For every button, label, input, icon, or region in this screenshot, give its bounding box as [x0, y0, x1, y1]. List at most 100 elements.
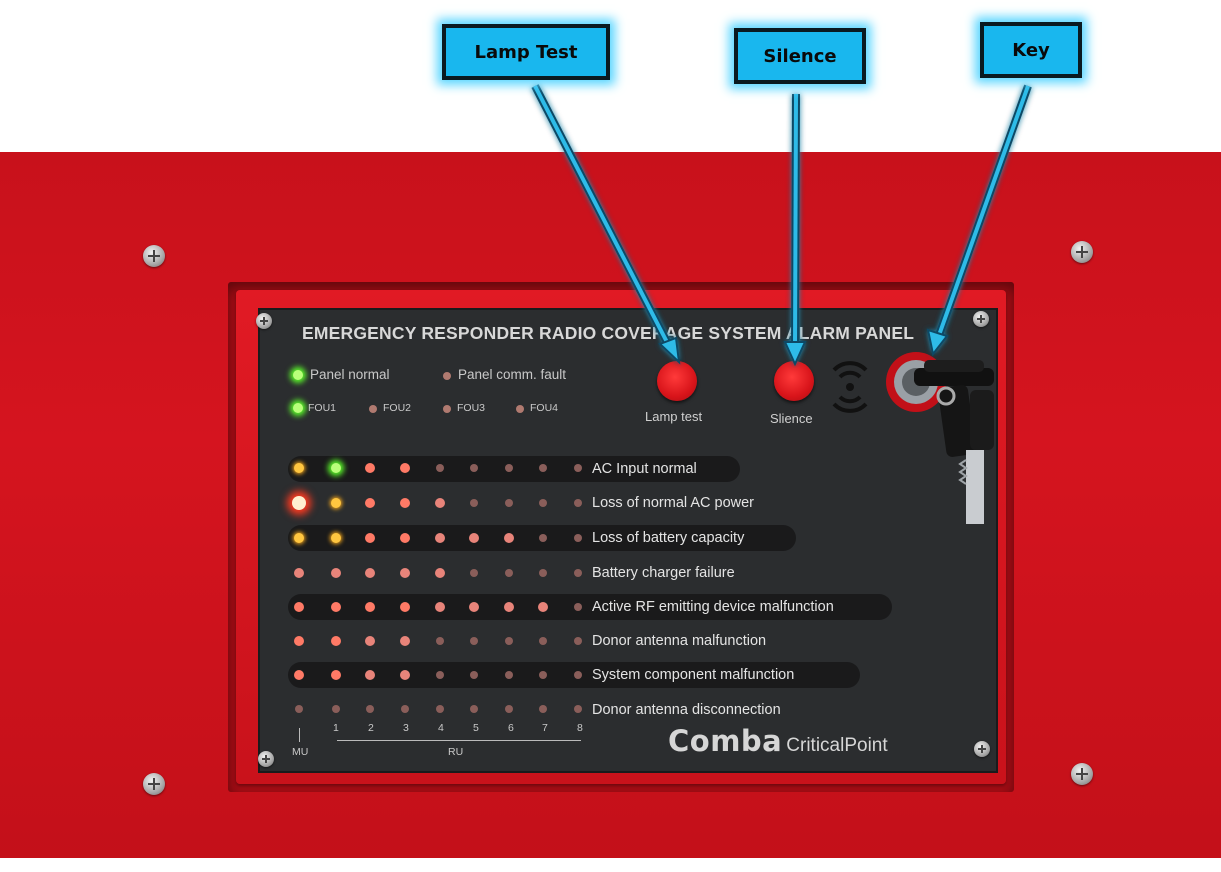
indicator-led-r4-c2 — [365, 568, 375, 578]
indicator-led-r3-c6 — [504, 533, 514, 543]
enclosure-screw-bottom-right — [1071, 763, 1093, 785]
faceplate-screw-top-right — [973, 311, 989, 327]
fou3-label: FOU3 — [457, 402, 486, 414]
indicator-led-r7-c2 — [365, 670, 375, 680]
panel-comm-fault-label: Panel comm. fault — [458, 367, 567, 382]
indicator-led-r4-c1 — [331, 568, 341, 578]
column-4-label: 4 — [438, 722, 444, 734]
key-switch-icon[interactable] — [884, 350, 999, 530]
indicator-led-r6-c5 — [470, 637, 478, 645]
indicator-led-r8-c4 — [436, 705, 444, 713]
indicator-led-r8-c2 — [366, 705, 374, 713]
row-label-loss-battery: Loss of battery capacity — [592, 530, 745, 546]
panel-normal-led — [293, 370, 303, 380]
indicator-led-r5-c6 — [504, 602, 514, 612]
indicator-led-r3-c7 — [539, 534, 547, 542]
indicator-led-r2-c4 — [435, 498, 445, 508]
indicator-led-r1-c7 — [539, 464, 547, 472]
indicator-led-r5-c2 — [365, 602, 375, 612]
fou2-led — [369, 405, 377, 413]
indicator-led-r8-c1 — [332, 705, 340, 713]
column-7-label: 7 — [542, 722, 548, 734]
silence-callout[interactable]: Silence — [734, 28, 866, 84]
ru-bracket — [337, 740, 581, 741]
indicator-led-r3-c8 — [574, 534, 582, 542]
indicator-led-r5-c1 — [331, 602, 341, 612]
indicator-led-r3-c4 — [435, 533, 445, 543]
indicator-led-r1-c5 — [470, 464, 478, 472]
lamp-test-button[interactable] — [657, 361, 697, 401]
panel-title: EMERGENCY RESPONDER RADIO COVERAGE SYSTE… — [302, 323, 915, 343]
indicator-led-r4-c7 — [539, 569, 547, 577]
silence-button[interactable] — [774, 361, 814, 401]
indicator-led-r5-c7 — [538, 602, 548, 612]
indicator-led-r3-c3 — [400, 533, 410, 543]
mu-label: MU — [292, 746, 309, 758]
indicator-led-r8-c3 — [401, 705, 409, 713]
mu-tick — [299, 728, 300, 742]
enclosure-screw-top-right — [1071, 241, 1093, 263]
indicator-led-r8-c0 — [295, 705, 303, 713]
column-2-label: 2 — [368, 722, 374, 734]
indicator-led-r5-c0 — [294, 602, 304, 612]
lamp-test-callout[interactable]: Lamp Test — [442, 24, 610, 80]
fou2-label: FOU2 — [383, 402, 412, 414]
indicator-led-r2-c5 — [470, 499, 478, 507]
indicator-led-r7-c8 — [574, 671, 582, 679]
column-6-label: 6 — [508, 722, 514, 734]
indicator-led-r1-c3 — [400, 463, 410, 473]
indicator-led-r4-c6 — [505, 569, 513, 577]
background-strip — [0, 858, 1221, 872]
indicator-led-r4-c8 — [574, 569, 582, 577]
indicator-led-r1-c1 — [331, 463, 341, 473]
faceplate-screw-bottom-left — [258, 751, 274, 767]
row-label-ac-input-normal: AC Input normal — [592, 461, 697, 477]
indicator-led-r1-c8 — [574, 464, 582, 472]
comba-logo: Comba CriticalPoint — [668, 724, 888, 758]
indicator-led-r8-c6 — [505, 705, 513, 713]
indicator-led-r6-c4 — [436, 637, 444, 645]
panel-normal-label: Panel normal — [310, 367, 390, 382]
indicator-led-r3-c1 — [331, 533, 341, 543]
indicator-led-r2-c6 — [505, 499, 513, 507]
row-label-loss-ac-power: Loss of normal AC power — [592, 495, 754, 511]
faceplate-screw-top-left — [256, 313, 272, 329]
indicator-led-r2-c0 — [292, 496, 306, 510]
indicator-led-r1-c2 — [365, 463, 375, 473]
column-3-label: 3 — [403, 722, 409, 734]
key-callout[interactable]: Key — [980, 22, 1082, 78]
indicator-led-r6-c8 — [574, 637, 582, 645]
indicator-led-r6-c2 — [365, 636, 375, 646]
row-label-donor-disconnection: Donor antenna disconnection — [592, 702, 781, 718]
indicator-led-r5-c4 — [435, 602, 445, 612]
indicator-led-r2-c8 — [574, 499, 582, 507]
indicator-led-r6-c3 — [400, 636, 410, 646]
indicator-led-r6-c7 — [539, 637, 547, 645]
indicator-led-r7-c7 — [539, 671, 547, 679]
indicator-led-r8-c5 — [470, 705, 478, 713]
indicator-led-r8-c7 — [539, 705, 547, 713]
enclosure-screw-top-left — [143, 245, 165, 267]
fou1-label: FOU1 — [308, 402, 337, 414]
row-label-system-component: System component malfunction — [592, 667, 795, 683]
indicator-led-r3-c0 — [294, 533, 304, 543]
silence-caption: Slience — [770, 411, 813, 426]
indicator-led-r7-c4 — [436, 671, 444, 679]
indicator-led-r2-c1 — [331, 498, 341, 508]
logo-criticalpoint: CriticalPoint — [786, 735, 888, 756]
panel-comm-fault-led — [443, 372, 451, 380]
ru-label: RU — [448, 746, 464, 758]
indicator-led-r7-c6 — [505, 671, 513, 679]
indicator-led-r4-c0 — [294, 568, 304, 578]
indicator-led-r4-c5 — [470, 569, 478, 577]
indicator-led-r5-c8 — [574, 603, 582, 611]
buzzer-icon — [832, 361, 868, 413]
indicator-led-r4-c3 — [400, 568, 410, 578]
indicator-led-r6-c1 — [331, 636, 341, 646]
logo-comba: Comba — [668, 724, 783, 758]
indicator-led-r7-c0 — [294, 670, 304, 680]
faceplate-screw-bottom-right — [974, 741, 990, 757]
indicator-led-r2-c3 — [400, 498, 410, 508]
indicator-led-r6-c0 — [294, 636, 304, 646]
fou1-led — [293, 403, 303, 413]
